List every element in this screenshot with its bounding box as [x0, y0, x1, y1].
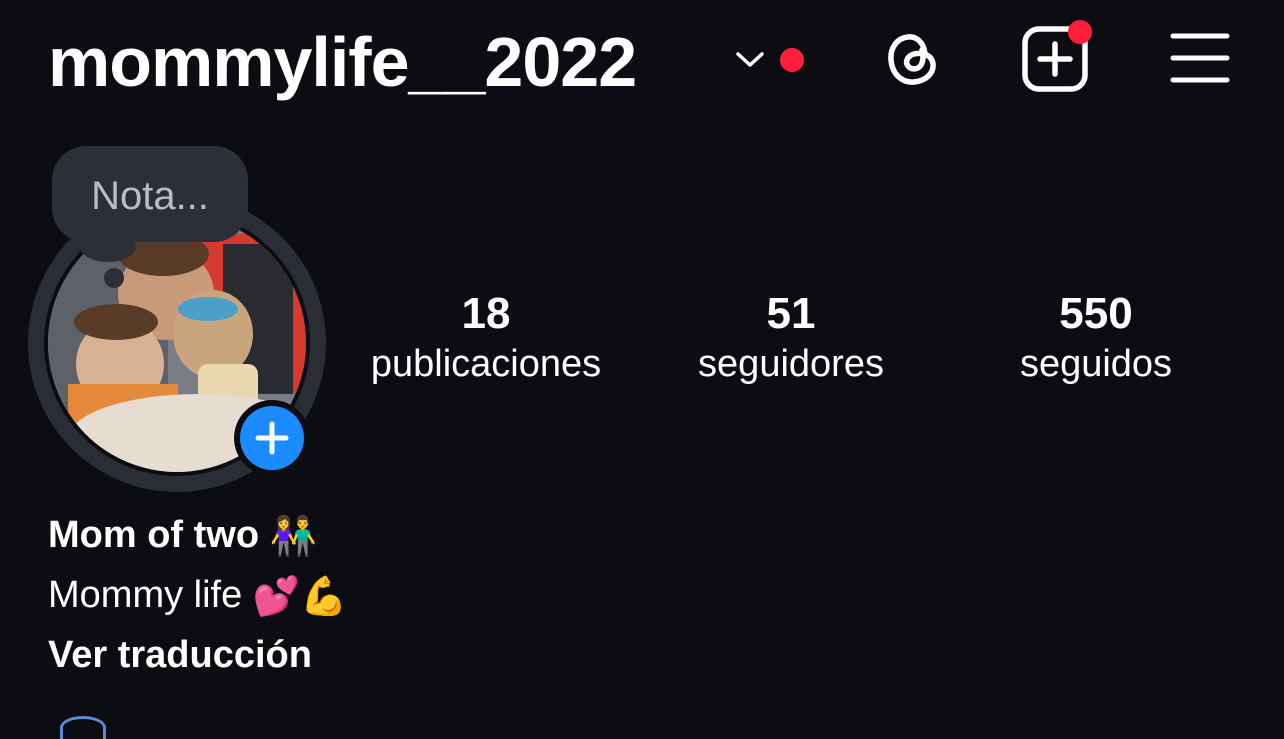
link-icon — [60, 716, 106, 739]
stat-following[interactable]: 550 seguidos — [946, 288, 1246, 388]
display-name: Mom of two — [48, 514, 260, 556]
chevron-down-icon[interactable] — [734, 48, 766, 70]
stat-following-label: seguidos — [1019, 343, 1173, 385]
notification-dot-icon — [780, 48, 804, 72]
flexed-biceps-emoji-icon: 💪 — [300, 575, 348, 618]
threads-icon[interactable] — [880, 24, 944, 94]
hearts-emoji-icon: 💕 — [252, 575, 301, 618]
stat-following-count: 550 — [1059, 289, 1133, 338]
hamburger-menu-icon[interactable] — [1170, 32, 1230, 84]
couple-emoji-icon: 👫 — [269, 515, 317, 558]
note-bubble[interactable]: Nota... — [52, 146, 248, 242]
stat-posts-label: publicaciones — [370, 343, 602, 385]
see-translation-link[interactable]: Ver traducción — [48, 626, 347, 684]
plus-icon — [255, 421, 289, 455]
stat-followers-label: seguidores — [698, 343, 884, 385]
add-story-button[interactable] — [240, 406, 304, 470]
profile-header: mommylife__2022 — [0, 0, 1284, 130]
stat-posts[interactable]: 18 publicaciones — [336, 288, 636, 388]
stat-followers[interactable]: 51 seguidores — [641, 288, 941, 388]
create-notification-dot-icon — [1068, 20, 1092, 44]
profile-bio: Mom of two 👫 Mommy life 💕💪 Ver traducció… — [48, 506, 347, 684]
stat-followers-count: 51 — [766, 289, 816, 338]
bio-text: Mommy life — [48, 573, 243, 616]
stat-posts-count: 18 — [461, 289, 511, 338]
username-switcher[interactable]: mommylife__2022 — [48, 22, 637, 102]
